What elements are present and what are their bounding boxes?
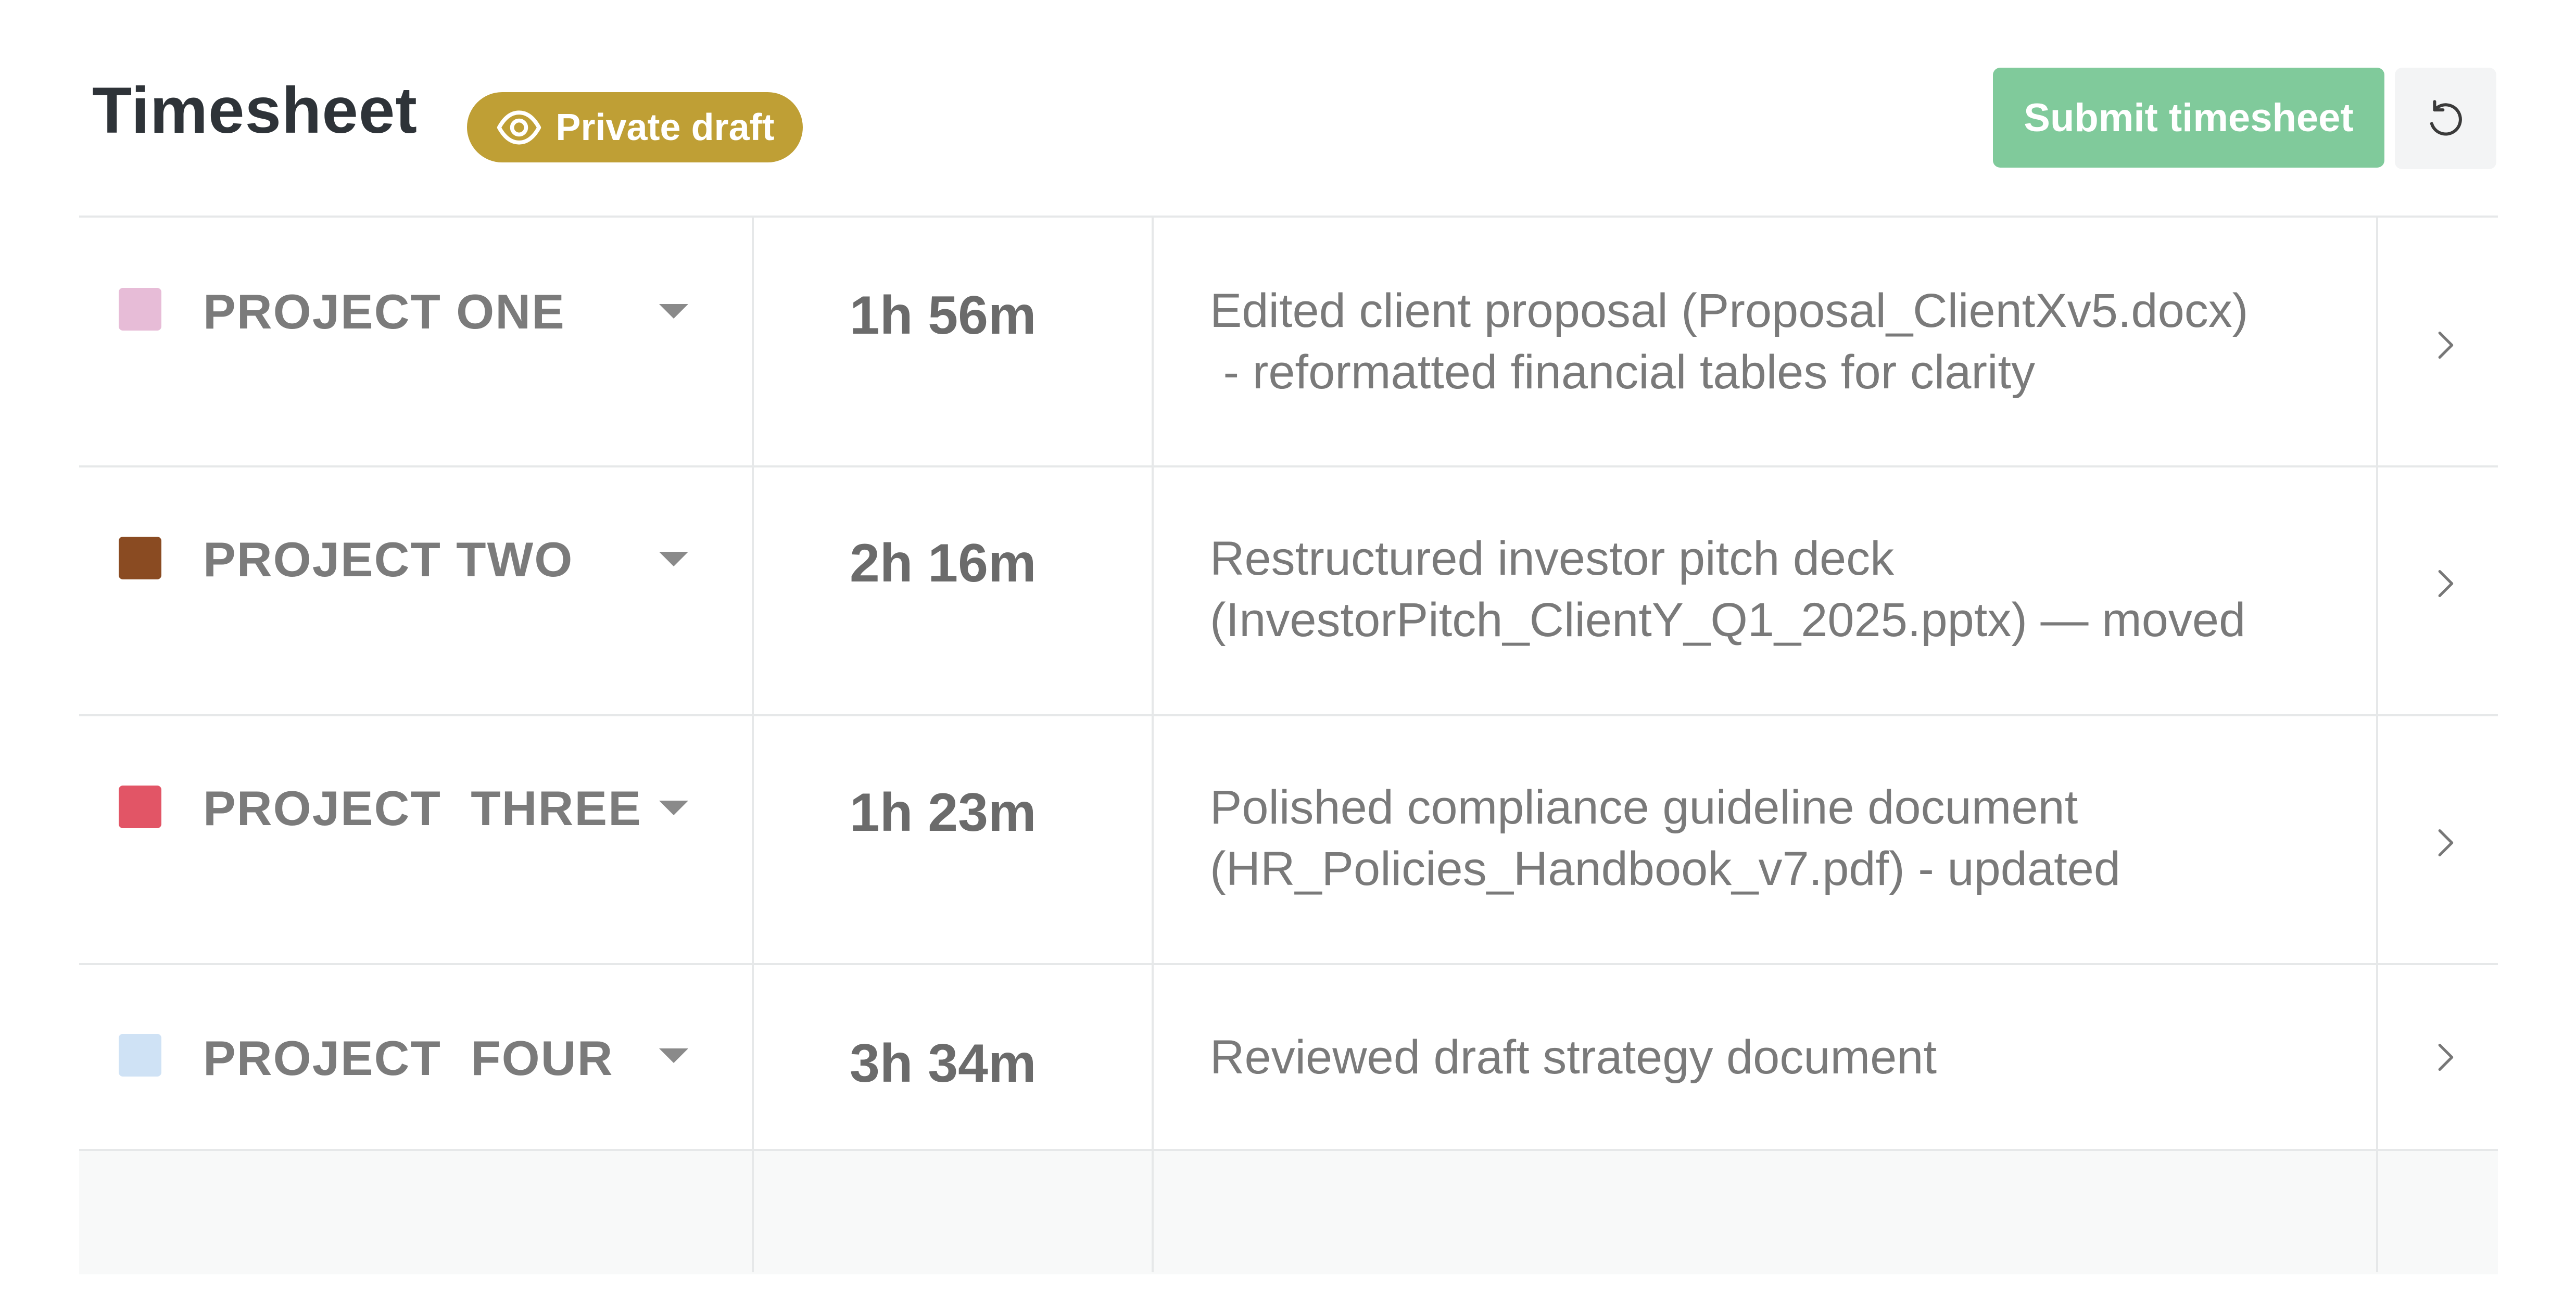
project-dropdown-caret-icon[interactable]	[659, 552, 688, 566]
duration-value: 1h 23m	[850, 782, 1037, 843]
description-text: Reviewed draft strategy document	[1210, 1031, 1937, 1084]
description-text: Restructured investor pitch deck (Invest…	[1210, 532, 2246, 647]
project-color-swatch	[119, 288, 161, 331]
badge-label: Private draft	[555, 106, 775, 148]
table-row[interactable]: PROJECT ONE 1h 56m Edited client proposa…	[79, 218, 2498, 467]
description-text: Polished compliance guideline document (…	[1210, 781, 2121, 895]
column-divider	[752, 218, 754, 1272]
duration-value: 3h 34m	[850, 1033, 1037, 1094]
table-row[interactable]: PROJECT FOUR 3h 34m Reviewed draft strat…	[79, 965, 2498, 1151]
duration-value: 1h 56m	[850, 285, 1037, 346]
timesheet-table: PROJECT ONE 1h 56m Edited client proposa…	[79, 216, 2498, 1274]
empty-table-row[interactable]	[79, 1151, 2498, 1274]
page-title: Timesheet	[92, 74, 418, 147]
duration-value: 2h 16m	[850, 533, 1037, 593]
chevron-right-icon[interactable]	[2426, 565, 2463, 602]
project-name: PROJECT FOUR	[203, 1031, 614, 1085]
undo-icon	[2430, 99, 2462, 136]
table-row[interactable]: PROJECT THREE 1h 23m Polished compliance…	[79, 716, 2498, 965]
project-name: PROJECT THREE	[203, 781, 642, 836]
chevron-right-icon[interactable]	[2426, 327, 2463, 363]
column-divider	[2376, 218, 2378, 1272]
description-text: Edited client proposal (Proposal_ClientX…	[1210, 284, 2249, 399]
project-color-swatch	[119, 786, 161, 828]
project-color-swatch	[119, 537, 161, 579]
chevron-right-icon[interactable]	[2426, 825, 2463, 861]
project-color-swatch	[119, 1034, 161, 1077]
project-name: PROJECT TWO	[203, 532, 574, 587]
chevron-right-icon[interactable]	[2426, 1039, 2463, 1075]
private-draft-badge[interactable]: Private draft	[467, 92, 803, 162]
column-divider	[1152, 218, 1154, 1272]
project-name: PROJECT ONE	[203, 284, 565, 339]
table-row[interactable]: PROJECT TWO 2h 16m Restructured investor…	[79, 467, 2498, 716]
timesheet-page: Timesheet Private draft Submit timesheet…	[0, 0, 2576, 1316]
eye-icon	[497, 110, 541, 145]
submit-timesheet-button[interactable]: Submit timesheet	[1993, 68, 2384, 168]
project-dropdown-caret-icon[interactable]	[659, 1048, 688, 1063]
project-dropdown-caret-icon[interactable]	[659, 801, 688, 815]
project-dropdown-caret-icon[interactable]	[659, 304, 688, 319]
reset-button[interactable]	[2395, 68, 2496, 169]
